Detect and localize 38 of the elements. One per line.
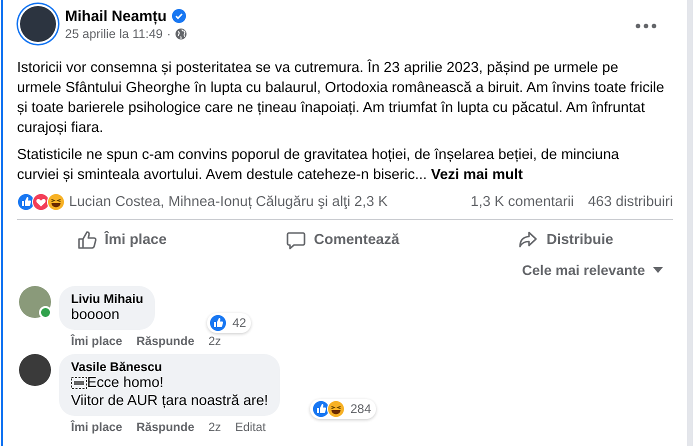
like-reaction-icon <box>209 314 228 332</box>
commenter-name[interactable]: Vasile Bănescu <box>71 360 268 374</box>
see-more-link[interactable]: Vezi mai mult <box>430 167 523 183</box>
action-button[interactable]: Comentează <box>258 222 428 258</box>
shares-count[interactable]: 463 distribuiri <box>588 194 673 210</box>
post-text: Statisticile ne spun c-am convins poporul de gravitatea hoției, de înșelarea beției, de minciuna curviei și sminteala avortului. Avem destule cateheze-n biseric... Vezi mai mult <box>17 146 620 185</box>
comment-text: Viitor de AUR țara noastră are! <box>71 392 268 410</box>
comment-action-link[interactable]: Îmi place <box>71 334 122 348</box>
action-button[interactable]: Îmi place <box>48 222 195 258</box>
comment-time[interactable]: 2z <box>208 334 222 348</box>
edited-label: Editat <box>235 420 266 434</box>
more-options-icon[interactable] <box>635 23 657 29</box>
speech-bubble-icon <box>286 230 306 250</box>
comment-text: Ecce homo! <box>87 374 164 392</box>
separator-dot: · <box>166 26 171 40</box>
reaction-count-pill[interactable]: 42 <box>207 313 252 333</box>
sort-dropdown[interactable]: Cele mai relevante <box>518 260 667 280</box>
reaction-count-pill[interactable]: 284 <box>310 399 376 419</box>
thumbs-up-icon <box>76 230 97 250</box>
comment-action-link[interactable]: Răspunde <box>136 334 194 348</box>
laughing-reaction-icon <box>327 400 346 418</box>
comment-time[interactable]: 2z <box>208 420 222 434</box>
author-name[interactable]: Mihail Neamțu <box>65 8 167 24</box>
avatar[interactable] <box>19 354 51 386</box>
comment-action-link[interactable]: Îmi place <box>71 420 122 434</box>
commenter-name[interactable]: Liviu Mihaiu <box>71 292 144 306</box>
laughing-reaction-icon <box>47 193 65 211</box>
avatar[interactable] <box>20 6 56 42</box>
post-date[interactable]: 25 aprilie la 11:49 <box>65 26 163 40</box>
post-text: Istoricii vor consemna și posteritatea se va cutremura. În 23 aprilie 2023, pășind pe urmele pe urmele Sfântului Gheorghe în lupta cu balaurul, Ortodoxia românească a biruit. Am învins toate fricile și toate barierele psihologice care ne țineau înapoiați. Am triumfat în lupta cu păcatul. Am înfruntat curajoși fiara. <box>17 58 666 138</box>
share-arrow-icon <box>518 230 538 250</box>
reactors-text[interactable]: Lucian Costea, Mihnea-Ionuț Călugăru şi alţi 2,3 K <box>69 194 388 210</box>
globe-icon <box>174 28 187 40</box>
comment-action-link[interactable]: Răspunde <box>136 420 194 434</box>
action-button[interactable]: Distribuie <box>490 222 642 258</box>
comments-count[interactable]: 1,3 K comentarii <box>470 194 574 210</box>
caret-icon <box>653 267 663 273</box>
comment-text: boooon <box>71 306 120 324</box>
